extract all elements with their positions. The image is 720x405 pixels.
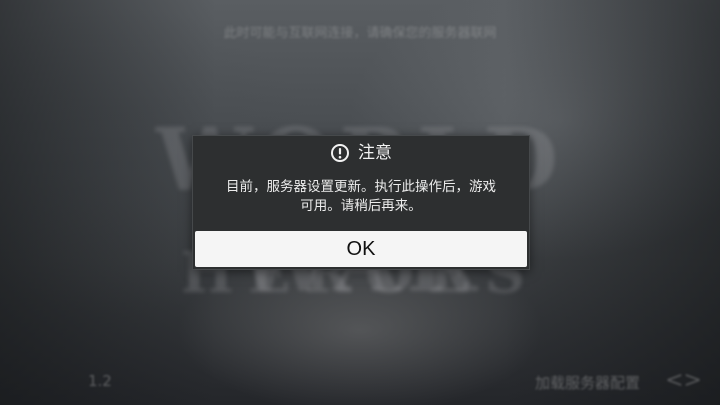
alert-circle-icon — [330, 143, 350, 163]
version-label: 1.2 — [88, 372, 112, 390]
alert-dialog: 注意 目前，服务器设置更新。执行此操作后，游戏 可用。请稍后再来。 OK — [192, 135, 530, 270]
dialog-message-line: 目前，服务器设置更新。执行此操作后，游戏 — [226, 179, 496, 195]
background-network-notice: 此时可能与互联网连接，请确保您的服务器联网 — [223, 26, 497, 41]
dialog-message: 目前，服务器设置更新。执行此操作后，游戏 可用。请稍后再来。 — [207, 178, 515, 216]
dialog-header: 注意 — [193, 140, 529, 166]
dialog-message-line: 可用。请稍后再来。 — [300, 198, 422, 214]
ok-button[interactable]: OK — [195, 231, 527, 267]
loading-status-text: 加载服务器配置 — [534, 374, 640, 392]
dialog-title: 注意 — [358, 143, 392, 163]
publisher-logo: <> — [665, 368, 702, 393]
game-loading-screen: 此时可能与互联网连接，请确保您的服务器联网 WORLD WAR HEROES 1… — [0, 0, 720, 405]
